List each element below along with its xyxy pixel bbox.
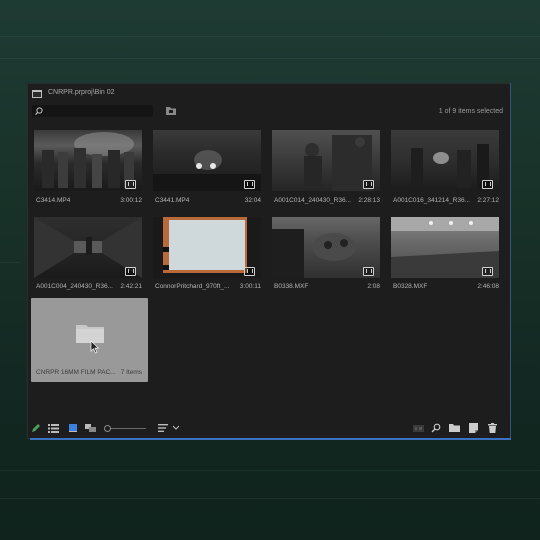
clip-duration: 2:08 [367,283,380,290]
clip-thumbnail[interactable] [391,130,499,191]
zoom-slider[interactable] [108,428,146,429]
new-bin-icon[interactable] [449,423,460,433]
panel-title: CNRPR.prproj\Bin 02 [48,89,115,96]
clip-thumbnail[interactable] [391,217,499,278]
clip-thumbnail[interactable] [153,217,261,278]
clip-thumbnail[interactable] [34,217,142,278]
clip-duration: 3:00:12 [120,197,142,204]
clip-name: C3441.MP4 [155,197,190,204]
list-view-icon[interactable] [48,423,59,433]
freeform-view-icon[interactable] [85,423,96,433]
video-clip-icon [482,180,493,189]
bg-streak [0,36,540,37]
bin-item-selected[interactable]: CNRPR 16MM FILM PAC... 7 Items [31,298,148,382]
cursor-icon [90,341,100,354]
new-item-icon[interactable] [468,423,479,433]
video-clip-icon [363,267,374,276]
clip-thumbnail[interactable] [272,217,380,278]
panel-titlebar: CNRPR.prproj\Bin 02 [28,84,510,104]
clip-name: A001C016_341214_R36... [393,197,470,204]
clip-name: B0328.MXF [393,283,428,290]
chevron-down-icon[interactable] [172,425,180,431]
folder-icon [76,325,104,343]
video-clip-icon [125,180,136,189]
new-bin-icon[interactable] [165,105,177,116]
icon-view-icon[interactable] [68,423,79,433]
sort-icon[interactable] [158,423,169,433]
bin-item-count: 7 Items [120,369,142,376]
clip-name: A001C004_240430_R36... [36,283,113,290]
clip-name: ConnorPritchard_970ft_... [155,283,230,290]
bg-streak [0,58,540,59]
clip-duration: 3:00:11 [239,283,261,290]
bg-streak [0,470,540,471]
selection-count: 1 of 9 items selected [438,108,503,115]
clip-thumbnail[interactable] [272,130,380,191]
clip-duration: 2:27:12 [477,197,499,204]
video-clip-icon [244,267,255,276]
panel-focus-edge [510,83,511,440]
clip-duration: 2:46:08 [477,283,499,290]
video-clip-icon [125,267,136,276]
bottom-toolbar [28,418,510,438]
search-input[interactable] [32,105,153,117]
bg-streak [0,498,540,499]
clip-name: A001C014_240430_R36... [274,197,351,204]
project-bin-panel: CNRPR.prproj\Bin 02 1 of 9 items selecte… [27,83,511,439]
bg-streak [0,262,20,263]
find-icon[interactable] [431,423,442,433]
clip-thumbnail[interactable] [34,130,142,191]
video-clip-icon [363,180,374,189]
clear-icon[interactable] [487,423,498,433]
zoom-slider-handle[interactable] [104,425,111,432]
video-clip-icon [244,180,255,189]
clip-name: C3414.MP4 [36,197,71,204]
clip-duration: 32:04 [244,197,261,204]
pen-icon[interactable] [31,423,42,433]
clip-name: B0338.MXF [274,283,309,290]
clip-thumbnail[interactable] [153,130,261,191]
automate-icon[interactable] [413,423,424,433]
video-clip-icon [482,267,493,276]
panel-focus-edge [30,438,511,440]
clip-duration: 2:28:13 [358,197,380,204]
search-icon [35,107,43,116]
panel-menu-icon[interactable] [32,90,42,98]
clip-duration: 2:42:21 [120,283,142,290]
bin-name: CNRPR 16MM FILM PAC... [36,369,116,376]
